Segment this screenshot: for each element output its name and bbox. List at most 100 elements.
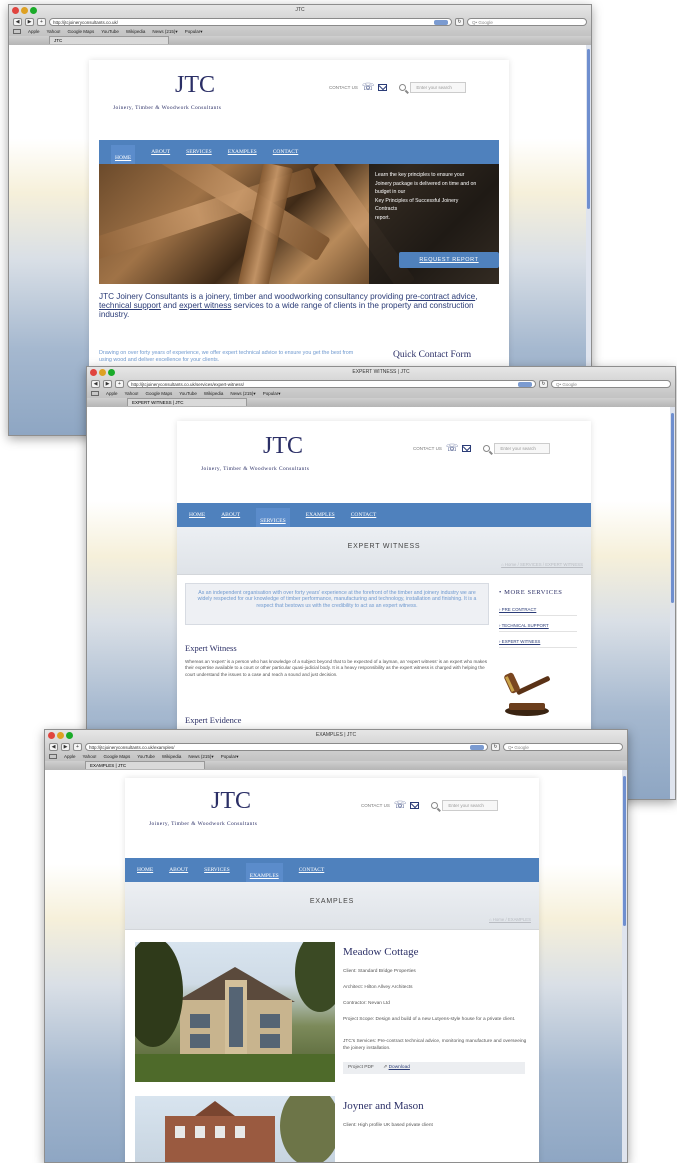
- search-icon[interactable]: [399, 84, 407, 91]
- nav-home[interactable]: HOME: [189, 512, 205, 518]
- bookmarks-icon[interactable]: [13, 29, 21, 34]
- bookmark-item[interactable]: Google Maps: [67, 29, 94, 34]
- bookmark-item[interactable]: Apple: [64, 754, 76, 759]
- google-search-field[interactable]: Q• Google: [551, 379, 671, 388]
- forward-button[interactable]: ▶: [25, 17, 34, 26]
- zoom-icon[interactable]: [66, 732, 73, 739]
- scrollbar[interactable]: [670, 407, 675, 799]
- google-search-field[interactable]: Q• Google: [503, 742, 623, 751]
- pre-contract-link[interactable]: pre-contract advice: [406, 292, 476, 301]
- nav-contact[interactable]: CONTACT: [299, 867, 325, 873]
- nav-home[interactable]: HOME: [111, 145, 136, 165]
- site-search-input[interactable]: Enter your search: [494, 443, 551, 454]
- browser-tab[interactable]: JTC: [49, 36, 169, 44]
- bookmark-item[interactable]: News (215)▾: [152, 29, 177, 35]
- nav-services[interactable]: SERVICES: [256, 508, 290, 528]
- add-bookmark-button[interactable]: +: [73, 742, 82, 751]
- nav-examples[interactable]: EXAMPLES: [306, 512, 335, 518]
- sidebar-item-pre-contract[interactable]: › PRE CONTRACT: [499, 607, 577, 616]
- bookmark-item[interactable]: Wikipedia: [126, 29, 146, 34]
- bookmark-item[interactable]: Popular▾: [263, 391, 281, 397]
- address-bar[interactable]: http://jtcjoineryconsultants.co.uk/: [49, 17, 452, 26]
- bookmark-item[interactable]: Popular▾: [185, 29, 203, 35]
- nav-examples[interactable]: EXAMPLES: [245, 863, 283, 883]
- scrollbar-thumb[interactable]: [623, 776, 626, 926]
- reload-icon[interactable]: ↻: [491, 742, 500, 751]
- nav-about[interactable]: ABOUT: [221, 512, 240, 518]
- bookmark-item[interactable]: Apple: [28, 29, 40, 34]
- zoom-icon[interactable]: [108, 369, 115, 376]
- nav-home[interactable]: HOME: [137, 867, 153, 873]
- rss-icon[interactable]: [518, 381, 532, 387]
- bookmark-item[interactable]: YouTube: [137, 754, 155, 759]
- scrollbar[interactable]: [622, 770, 627, 1162]
- bookmark-item[interactable]: Wikipedia: [204, 391, 224, 396]
- back-button[interactable]: ◀: [13, 17, 22, 26]
- mail-icon[interactable]: [462, 445, 472, 452]
- scrollbar-thumb[interactable]: [587, 49, 590, 209]
- mail-icon[interactable]: [378, 84, 388, 91]
- bookmark-item[interactable]: Popular▾: [221, 754, 239, 760]
- expert-witness-link[interactable]: expert witness: [179, 301, 231, 310]
- breadcrumb[interactable]: ⌂ Home / EXAMPLES: [489, 917, 531, 922]
- add-bookmark-button[interactable]: +: [115, 379, 124, 388]
- nav-services[interactable]: SERVICES: [186, 149, 212, 155]
- minimize-icon[interactable]: [99, 369, 106, 376]
- back-button[interactable]: ◀: [91, 379, 100, 388]
- address-bar[interactable]: http://jtcjoineryconsultants.co.uk/examp…: [85, 742, 488, 751]
- bookmark-item[interactable]: Apple: [106, 391, 118, 396]
- reload-icon[interactable]: ↻: [539, 379, 548, 388]
- contact-us-link[interactable]: CONTACT US: [413, 446, 442, 451]
- meadow-cottage-photo[interactable]: [135, 942, 335, 1082]
- site-logo[interactable]: JTC: [211, 788, 251, 815]
- bookmark-item[interactable]: YouTube: [101, 29, 119, 34]
- joyner-mason-photo[interactable]: [135, 1096, 335, 1162]
- bookmark-item[interactable]: Wikipedia: [162, 754, 182, 759]
- google-search-field[interactable]: Q• Google: [467, 17, 587, 26]
- search-icon[interactable]: [483, 445, 491, 452]
- sidebar-item-technical-support[interactable]: › TECHNICAL SUPPORT: [499, 623, 577, 632]
- sidebar-item-expert-witness[interactable]: › EXPERT WITNESS: [499, 639, 577, 648]
- request-report-button[interactable]: REQUEST REPORT: [399, 252, 499, 268]
- site-search-input[interactable]: Enter your search: [410, 82, 467, 93]
- zoom-icon[interactable]: [30, 7, 37, 14]
- bookmarks-icon[interactable]: [49, 754, 57, 759]
- nav-services[interactable]: SERVICES: [204, 867, 230, 873]
- search-icon[interactable]: [431, 802, 439, 809]
- browser-tab[interactable]: EXPERT WITNESS | JTC: [127, 398, 247, 406]
- technical-support-link[interactable]: technical support: [99, 301, 161, 310]
- site-logo[interactable]: JTC: [175, 72, 215, 99]
- bookmark-item[interactable]: Google Maps: [145, 391, 172, 396]
- phone-icon[interactable]: ☏: [362, 82, 375, 93]
- contact-us-link[interactable]: CONTACT US: [329, 85, 358, 90]
- bookmark-item[interactable]: News (215)▾: [188, 754, 213, 760]
- close-icon[interactable]: [90, 369, 97, 376]
- nav-about[interactable]: ABOUT: [169, 867, 188, 873]
- breadcrumb[interactable]: ⌂ Home / SERVICES / EXPERT WITNESS: [501, 562, 583, 567]
- bookmark-item[interactable]: Google Maps: [103, 754, 130, 759]
- close-icon[interactable]: [12, 7, 19, 14]
- minimize-icon[interactable]: [21, 7, 28, 14]
- nav-about[interactable]: ABOUT: [151, 149, 170, 155]
- nav-examples[interactable]: EXAMPLES: [228, 149, 257, 155]
- bookmark-item[interactable]: Yahoo!: [125, 391, 139, 396]
- close-icon[interactable]: [48, 732, 55, 739]
- phone-icon[interactable]: ☏: [446, 443, 459, 454]
- reload-icon[interactable]: ↻: [455, 17, 464, 26]
- bookmark-item[interactable]: YouTube: [179, 391, 197, 396]
- bookmark-item[interactable]: Yahoo!: [47, 29, 61, 34]
- scrollbar-thumb[interactable]: [671, 413, 674, 603]
- rss-icon[interactable]: [470, 744, 484, 750]
- forward-button[interactable]: ▶: [61, 742, 70, 751]
- mail-icon[interactable]: [410, 802, 420, 809]
- nav-contact[interactable]: CONTACT: [273, 149, 299, 155]
- download-link[interactable]: Download: [389, 1065, 410, 1070]
- forward-button[interactable]: ▶: [103, 379, 112, 388]
- bookmark-item[interactable]: Yahoo!: [83, 754, 97, 759]
- contact-us-link[interactable]: CONTACT US: [361, 803, 390, 808]
- bookmark-item[interactable]: News (215)▾: [230, 391, 255, 397]
- bookmarks-icon[interactable]: [91, 391, 99, 396]
- browser-tab[interactable]: EXAMPLES | JTC: [85, 761, 205, 769]
- site-search-input[interactable]: Enter your search: [442, 800, 499, 811]
- add-bookmark-button[interactable]: +: [37, 17, 46, 26]
